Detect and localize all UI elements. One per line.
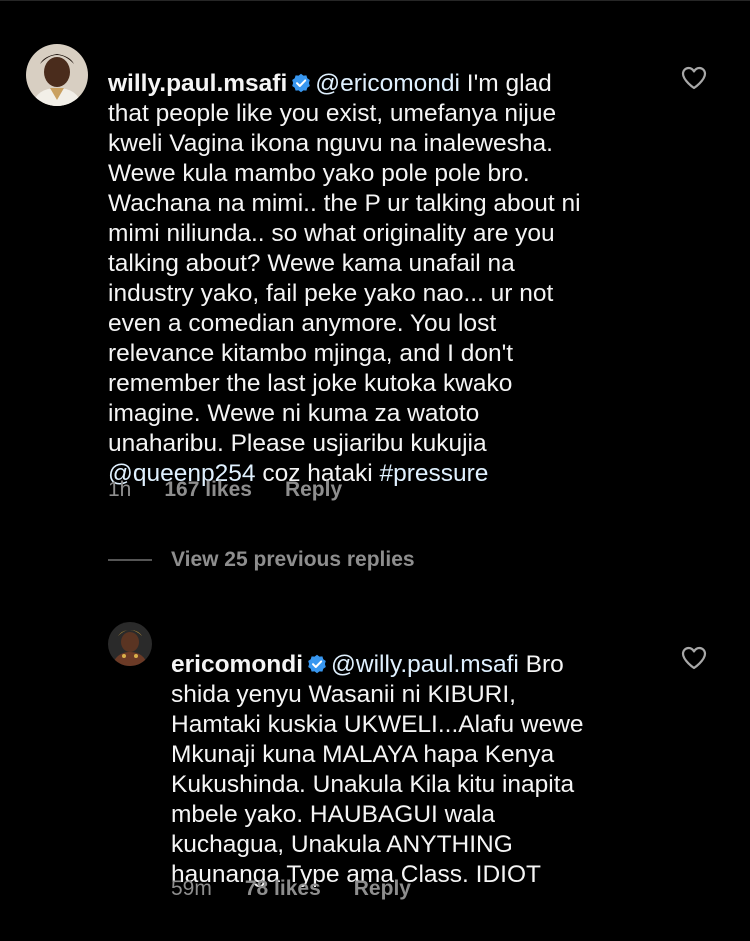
comment-willy-paul: willy.paul.msafi @ericomondi I'm glad that…	[0, 0, 750, 520]
comment-line: Mkunaji kuna MALAYA hapa Kenya	[171, 741, 555, 768]
likes-count[interactable]: 78 likes	[245, 877, 321, 901]
heart-icon[interactable]	[681, 646, 707, 670]
username[interactable]: willy.paul.msafi	[108, 70, 287, 97]
comment-line: imagine. Wewe ni kuma za watoto	[108, 400, 480, 427]
view-previous-replies[interactable]: View 25 previous replies	[108, 548, 415, 572]
comment-line: mimi niliunda.. so what originality are …	[108, 220, 555, 247]
likes-count[interactable]: 167 likes	[164, 478, 252, 502]
avatar[interactable]	[108, 622, 152, 666]
comment-line: Bro	[518, 651, 564, 678]
avatar[interactable]	[26, 44, 88, 106]
comment-line: even a comedian anymore. You lost	[108, 310, 497, 337]
comment-line: that people like you exist, umefanya nij…	[108, 100, 557, 127]
verified-badge-icon	[307, 654, 327, 674]
comment-meta: 1h 167 likes Reply	[108, 478, 342, 502]
view-replies-label[interactable]: View 25 previous replies	[171, 548, 415, 572]
hashtag-link[interactable]: #pressure	[379, 460, 488, 487]
comment-line: Wachana na mimi.. the P ur talking about…	[108, 190, 581, 217]
comment-line: shida yenyu Wasanii ni KIBURI,	[171, 681, 516, 708]
comment-line: kuchagua, Unakula ANYTHING	[171, 831, 513, 858]
mention-link[interactable]: @willy.paul.msafi	[331, 651, 519, 678]
comment-text: willy.paul.msafi @ericomondi I'm glad that…	[108, 39, 668, 489]
reply-button[interactable]: Reply	[285, 478, 342, 502]
timestamp: 1h	[108, 478, 132, 501]
verified-badge-icon	[291, 73, 311, 93]
comment-line: mbele yako. HAUBAGUI wala	[171, 801, 496, 828]
comment-ericomondi: ericomondi @willy.paul.msafi Bro shida yen…	[0, 600, 750, 920]
mention-link[interactable]: @ericomondi	[315, 70, 460, 97]
timestamp: 59m	[171, 877, 212, 900]
comment-text: ericomondi @willy.paul.msafi Bro shida yen…	[171, 620, 661, 890]
comment-meta: 59m 78 likes Reply	[171, 877, 411, 901]
comment-line: Kukushinda. Unakula Kila kitu inapita	[171, 771, 575, 798]
heart-icon[interactable]	[681, 66, 707, 90]
comment-line: talking about? Wewe kama unafail na	[108, 250, 515, 277]
comment-line: Hamtaki kuskia UKWELI...Alafu wewe	[171, 711, 584, 738]
comment-line: remember the last joke kutoka kwako	[108, 370, 513, 397]
reply-button[interactable]: Reply	[354, 877, 411, 901]
comment-line: relevance kitambo mjinga, and I don't	[108, 340, 514, 367]
username[interactable]: ericomondi	[171, 651, 303, 678]
comment-line: Wewe kula mambo yako pole pole bro.	[108, 160, 530, 187]
comment-line: industry yako, fail peke yako nao... ur …	[108, 280, 554, 307]
comment-line: kweli Vagina ikona nguvu na inalewesha.	[108, 130, 553, 157]
replies-divider-line	[108, 559, 152, 561]
comment-line: unaharibu. Please usjiaribu kukujia	[108, 430, 487, 457]
comment-line: I'm glad	[459, 70, 552, 97]
